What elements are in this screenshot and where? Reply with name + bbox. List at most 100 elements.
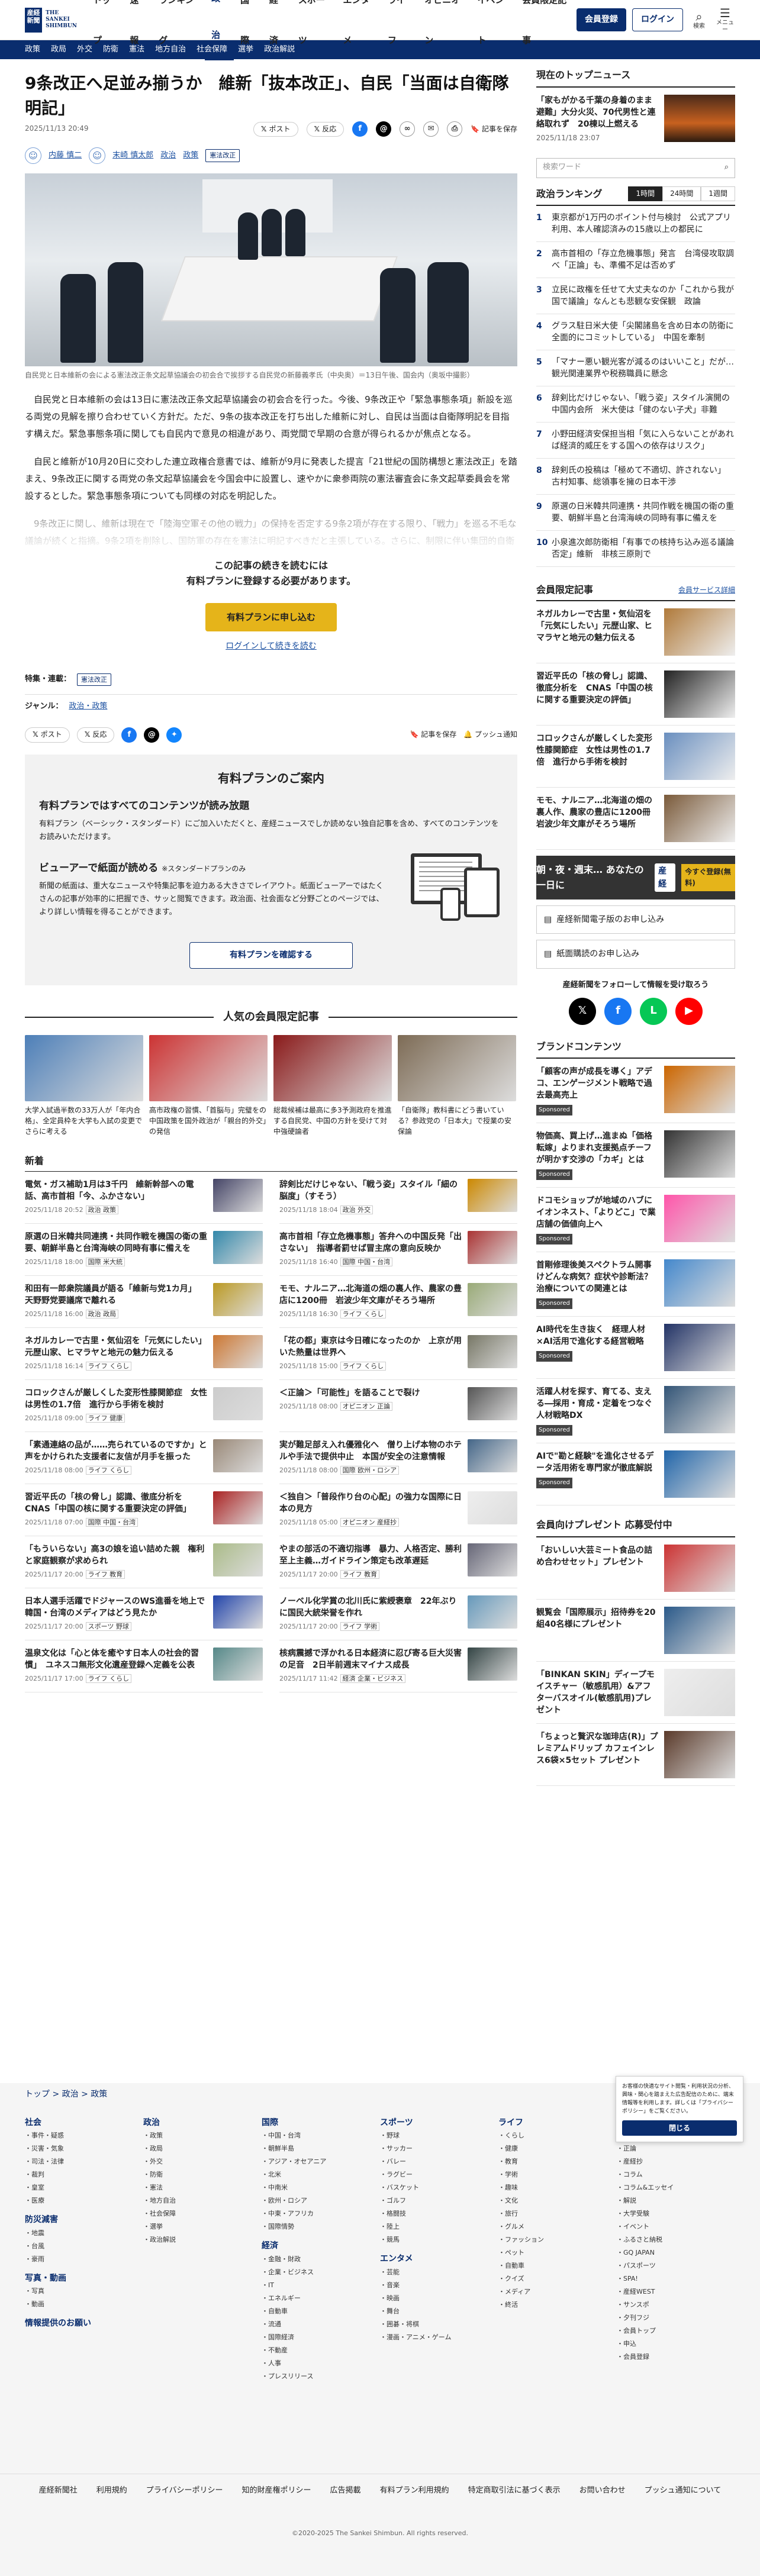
footer-link[interactable]: ・自動車: [498, 2259, 617, 2272]
news-category[interactable]: 国際 欧州・ロシア: [340, 1465, 400, 1475]
footer-link[interactable]: ・健康: [498, 2142, 617, 2155]
footer-link[interactable]: ・映画: [380, 2292, 498, 2305]
footer-heading[interactable]: 政治: [143, 2116, 262, 2129]
footer-link[interactable]: ・学術: [498, 2168, 617, 2181]
news-item[interactable]: 高市首相「存立危機事態」答弁への中国反発「出さない」 指導者罰せば冒主席の意向反…: [279, 1224, 517, 1276]
footer-link[interactable]: ・陸上: [380, 2220, 498, 2233]
footer-link[interactable]: ・ラグビー: [380, 2168, 498, 2181]
footer-link[interactable]: ・夕刊フジ: [617, 2311, 735, 2324]
news-category[interactable]: 国際 中国・台湾: [85, 1517, 139, 1527]
nav-item[interactable]: オピニオン: [418, 0, 471, 60]
member-item[interactable]: コロックさんが厳しくした変形性膝関節症 女性は男性の1.7倍 進行から手術を検討: [536, 726, 735, 788]
menu-button[interactable]: ☰ メニュー: [715, 7, 735, 34]
news-item[interactable]: やまの部活の不適切指導 暴力、人格否定、勝利至上主義…ガイドライン策定も改革遅延…: [279, 1536, 517, 1588]
footer-link[interactable]: ・産経WEST: [617, 2285, 735, 2298]
footer-link[interactable]: ・医療: [25, 2194, 143, 2207]
footer-link[interactable]: ・コラム&エッセイ: [617, 2181, 735, 2194]
footer-heading[interactable]: 情報提供のお願い: [25, 2317, 143, 2330]
ad-banner[interactable]: 朝・夜・週末… あなたの一日に 産経 今すぐ登録(無料): [536, 855, 735, 899]
news-item[interactable]: 習近平氏の「核の脅し」認識、徹底分析を CNAS「中国の核に関する重要決定の評価…: [25, 1484, 263, 1536]
news-category[interactable]: 経済 企業・ビジネス: [340, 1674, 406, 1683]
news-item[interactable]: 日本人選手活躍でドジャースのWS進番を地上で 韓国・台湾のメディアはどう見たか 2…: [25, 1588, 263, 1640]
member-service-link[interactable]: 会員サービス詳細: [678, 585, 735, 596]
special-tag[interactable]: 憲法改正: [77, 673, 112, 686]
ranking-item[interactable]: 4 グラス駐日米大使「尖閣諸島を含め日本の防衛に全面的にコミットしている」 中国を…: [536, 314, 735, 351]
footer-link[interactable]: ・金融・財政: [262, 2253, 380, 2266]
news-category[interactable]: 政治 政局: [85, 1309, 119, 1318]
footer-link[interactable]: ・正論: [617, 2142, 735, 2155]
news-category[interactable]: ライフ くらし: [85, 1674, 132, 1683]
subnav-item[interactable]: 政策: [25, 44, 40, 56]
ranking-item[interactable]: 8 辞剣氏の投稿は「極めて不適切、許されない」 古村知事、総領事を擁の日本干渉: [536, 459, 735, 495]
nav-item[interactable]: イベント: [471, 0, 516, 60]
footer-bottom-link[interactable]: 特定商取引法に基づく表示: [468, 2486, 561, 2495]
nav-item[interactable]: スポーツ: [292, 0, 337, 60]
news-item[interactable]: ノーベル化学賞の北川氏に紫綬褒章 22年ぶりに国民大統栄誉を作れ 2025/11/…: [279, 1588, 517, 1640]
brand-item[interactable]: 物価高、買上げ…進まぬ「価格転嫁」よりまれ支援拠点チーフが明かす交渉の「カギ」と…: [536, 1123, 735, 1188]
footer-link[interactable]: ・国際経済: [262, 2331, 380, 2344]
footer-bottom-link[interactable]: お問い合わせ: [579, 2486, 626, 2495]
news-item[interactable]: コロックさんが厳しくした変形性膝関節症 女性は男性の1.7倍 進行から手術を検討…: [25, 1380, 263, 1432]
footer-heading[interactable]: エンタメ: [380, 2252, 498, 2265]
footer-link[interactable]: ・政策: [143, 2129, 262, 2142]
threads-icon[interactable]: @: [376, 121, 392, 137]
news-item[interactable]: 「素通連絡の品が……売られているのですか」と声をかけられた支援者に友信が月手を振…: [25, 1432, 263, 1484]
ranking-tab[interactable]: 1時間: [628, 186, 663, 202]
x-post-button[interactable]: 𝕏 ポスト: [253, 121, 298, 137]
news-item[interactable]: 辞剣比だけじゃない、「戦う姿」スタイル「細の脳度」（すそう） 2025/11/18…: [279, 1172, 517, 1224]
footer-heading[interactable]: 国際: [262, 2116, 380, 2129]
news-category[interactable]: 政治 政策: [85, 1205, 119, 1214]
footer-bottom-link[interactable]: 産経新聞社: [39, 2486, 78, 2495]
ranking-item[interactable]: 10 小泉進次郎防衛相「有事での核持ち込み巡る議論否定」維新 非核三原則で: [536, 531, 735, 568]
ranking-item[interactable]: 2 高市首相の「存立危機事態」発言 台湾侵攻取調べ「正論」も、準備不足は否めず: [536, 242, 735, 279]
footer-link[interactable]: ・憲法: [143, 2181, 262, 2194]
top-news-item[interactable]: 「家もがかる千葉の身着のまま避難」大分火災、70代男性と連絡取れず 20棟以上燃…: [536, 94, 735, 144]
brand-item[interactable]: AI時代を生き抜く 経理人材×AI活用で進化する経営戦略 Sponsored: [536, 1317, 735, 1379]
footer-bottom-link[interactable]: 有料プラン利用規約: [380, 2486, 449, 2495]
present-item[interactable]: 「BINKAN SKIN」ディープモイスチャー（敏感肌用）&アフターバスオイル(…: [536, 1662, 735, 1724]
ranking-item[interactable]: 5 「マナー悪い観光客が減るのはいいこと」だが…観光関連業界や税務職員に懸念: [536, 350, 735, 387]
footer-link[interactable]: ・中南米: [262, 2181, 380, 2194]
footer-link[interactable]: ・サッカー: [380, 2142, 498, 2155]
popular-card[interactable]: 高市政権の習慣、「首脳与」完璧をの中国政策を国外政治が「親台的外交」の発信: [149, 1035, 268, 1137]
footer-link[interactable]: ・IT: [262, 2279, 380, 2292]
footer-link[interactable]: ・事件・疑惑: [25, 2129, 143, 2142]
link-icon[interactable]: ∞: [400, 121, 416, 137]
ranking-tab[interactable]: 1週間: [701, 186, 735, 202]
footer-link[interactable]: ・会員登録: [617, 2351, 735, 2364]
subnav-item[interactable]: 憲法: [129, 44, 144, 56]
news-item[interactable]: 実が難足部え入れ優雅化へ 僧り上げ本物のホテルや手法で提供中止 本国が安全の注意…: [279, 1432, 517, 1484]
footer-link[interactable]: ・サンスポ: [617, 2298, 735, 2311]
footer-link[interactable]: ・選挙: [143, 2220, 262, 2233]
nav-item[interactable]: 会員限定記事: [516, 0, 577, 60]
author-link[interactable]: 内藤 慎二: [49, 150, 82, 162]
footer-link[interactable]: ・流通: [262, 2318, 380, 2331]
subnav-item[interactable]: 外交: [77, 44, 92, 56]
x-reaction-button[interactable]: 𝕏 反応: [306, 121, 344, 137]
footer-link[interactable]: ・パスポーツ: [617, 2259, 735, 2272]
footer-heading[interactable]: 写真・動画: [25, 2272, 143, 2285]
footer-link[interactable]: ・ゴルフ: [380, 2194, 498, 2207]
news-item[interactable]: 「花の都」東京は今日確になったのか 上京が用いた熱量は世界へ 2025/11/18…: [279, 1328, 517, 1380]
footer-link[interactable]: ・教育: [498, 2155, 617, 2168]
ranking-item[interactable]: 1 東京都が1万円のポイント付与検討 公式アプリ利用、本人確認済みの15歳以上の都…: [536, 206, 735, 243]
footer-link[interactable]: ・ペット: [498, 2246, 617, 2259]
ranking-item[interactable]: 7 小野田経済安保担当相「気に入らないことがあれば経済的威圧をする国への依存はリス…: [536, 423, 735, 459]
news-category[interactable]: オピニオン 正論: [340, 1401, 393, 1411]
footer-link[interactable]: ・災害・気象: [25, 2142, 143, 2155]
subnav-item[interactable]: 政治解説: [264, 44, 295, 56]
x-icon[interactable]: 𝕏: [569, 997, 596, 1025]
footer-link[interactable]: ・ふるさと納税: [617, 2233, 735, 2246]
x-reaction-button[interactable]: 𝕏 反応: [76, 727, 115, 743]
news-item[interactable]: 核病震撼で浮かれる日本経済に忍び寄る巨大災害の足音 2日半前週末マイナス成長 20…: [279, 1640, 517, 1692]
nav-item[interactable]: ライフ: [381, 0, 418, 60]
news-category[interactable]: ライフ くらし: [85, 1361, 132, 1371]
footer-link[interactable]: ・地方自治: [143, 2194, 262, 2207]
subnav-item[interactable]: 政局: [51, 44, 66, 56]
footer-heading[interactable]: 経済: [262, 2239, 380, 2252]
footer-link[interactable]: ・大学受験: [617, 2207, 735, 2220]
footer-link[interactable]: ・GQ JAPAN: [617, 2246, 735, 2259]
footer-link[interactable]: ・旅行: [498, 2207, 617, 2220]
facebook-icon[interactable]: f: [121, 727, 137, 743]
present-item[interactable]: 観覧会「国際展示」招待券を20組40名様にプレゼント: [536, 1600, 735, 1662]
